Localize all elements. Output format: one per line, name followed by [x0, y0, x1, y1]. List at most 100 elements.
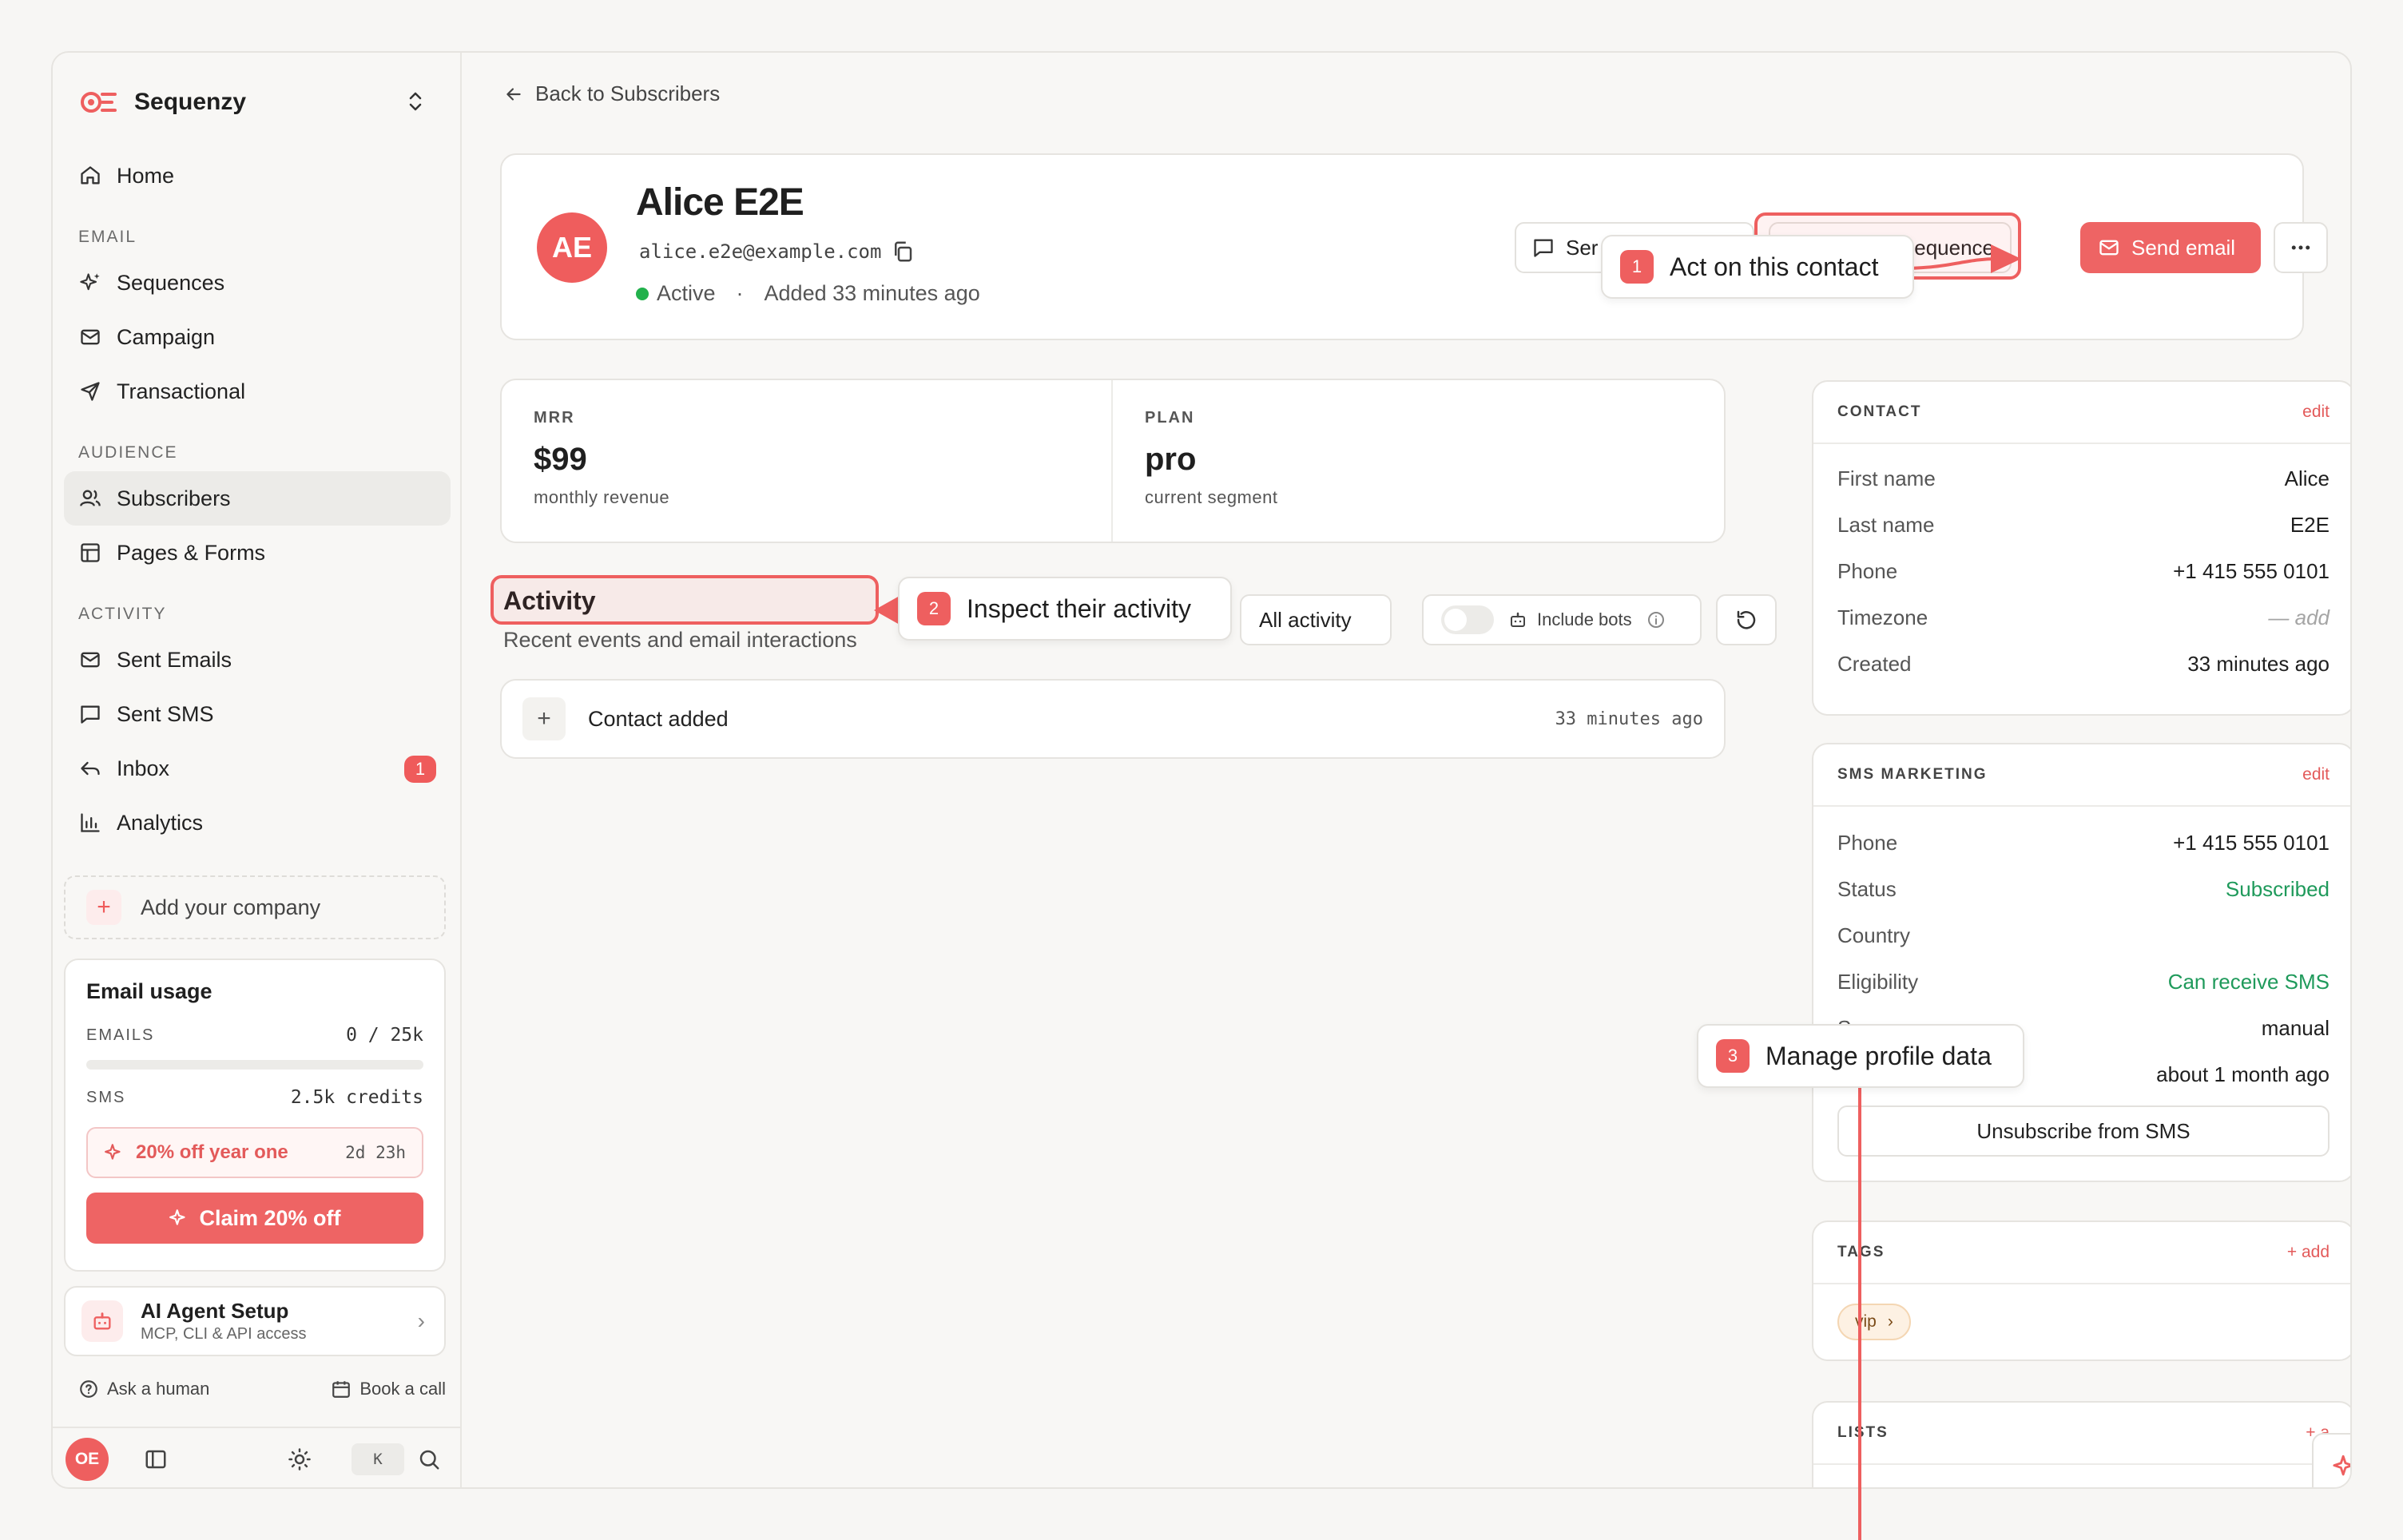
filter-label: All activity: [1259, 607, 1352, 632]
contact-panel: CONTACT edit First name Alice Last name E2…: [1812, 380, 2350, 716]
user-avatar[interactable]: OE: [66, 1438, 109, 1481]
arrow-left-icon: [503, 84, 524, 105]
sidebar-toggle-icon[interactable]: [144, 1447, 168, 1471]
contact-added: Added 33 minutes ago: [764, 281, 980, 305]
send-email-button[interactable]: Send email: [2080, 222, 2261, 273]
callout-text: Inspect their activity: [967, 593, 1191, 623]
metric-sub: current segment: [1145, 487, 1278, 507]
message-square-icon: [78, 702, 102, 726]
add-tag-link[interactable]: + add: [2287, 1243, 2330, 1262]
contact-status: Active: [657, 281, 716, 305]
calendar-icon: [331, 1379, 352, 1399]
sidebar-item-label: Sent SMS: [117, 701, 214, 726]
mail-check-icon: [78, 648, 102, 672]
agent-subtitle: MCP, CLI & API access: [141, 1325, 307, 1343]
mail-icon: [78, 325, 102, 349]
callout-text: Manage profile data: [1766, 1041, 1992, 1070]
sidebar-item-campaign[interactable]: Campaign: [64, 310, 451, 364]
include-bots-toggle[interactable]: Include bots: [1422, 594, 1702, 645]
home-icon: [78, 164, 102, 188]
field-label: Phone: [1837, 558, 1898, 583]
tour-callout-1: 1 Act on this contact: [1601, 235, 1914, 299]
activity-subtitle: Recent events and email interactions: [503, 628, 857, 652]
back-to-subscribers-link[interactable]: Back to Subscribers: [503, 81, 720, 106]
sidebar-item-inbox[interactable]: Inbox 1: [64, 741, 451, 796]
ai-agent-setup-card[interactable]: AI Agent Setup MCP, CLI & API access ›: [64, 1286, 446, 1356]
ai-assistant-button[interactable]: [2312, 1433, 2350, 1487]
promo-banner: 20% off year one 2d 23h: [86, 1127, 423, 1178]
field-label: Country: [1837, 923, 1911, 947]
metric-sub: monthly revenue: [534, 487, 670, 507]
users-icon: [78, 486, 102, 510]
command-k-shortcut[interactable]: K: [352, 1443, 404, 1475]
lists-panel: LISTS + a: [1812, 1401, 2350, 1487]
event-label: Contact added: [588, 706, 729, 731]
bar-chart-icon: [78, 811, 102, 835]
search-icon[interactable]: [417, 1447, 441, 1471]
edit-sms-link[interactable]: edit: [2302, 765, 2330, 784]
include-bots-label: Include bots: [1537, 609, 1632, 629]
copy-icon[interactable]: [891, 240, 915, 264]
refresh-icon: [1734, 608, 1758, 632]
panel-title: SMS MARKETING: [1837, 766, 1988, 783]
metric-value: $99: [534, 442, 587, 477]
book-call-label: Book a call: [359, 1379, 446, 1399]
add-company-button[interactable]: + Add your company: [64, 875, 446, 939]
contact-email: alice.e2e@example.com: [639, 240, 882, 263]
sidebar-item-home[interactable]: Home: [64, 149, 451, 203]
sidebar-item-sent-emails[interactable]: Sent Emails: [64, 633, 451, 687]
sidebar-item-label: Sent Emails: [117, 647, 232, 672]
sun-icon[interactable]: [288, 1447, 312, 1471]
help-circle-icon: [78, 1379, 99, 1399]
brand-name: Sequenzy: [134, 89, 247, 115]
inbox-count-badge: 1: [404, 756, 436, 783]
book-call-link[interactable]: Book a call: [331, 1379, 446, 1399]
sidebar-item-analytics[interactable]: Analytics: [64, 796, 451, 850]
add-timezone-link[interactable]: — add: [2268, 605, 2330, 630]
tag-chip[interactable]: vip ›: [1837, 1304, 1911, 1340]
sidebar-item-label: Pages & Forms: [117, 540, 266, 565]
bot-icon: [1508, 610, 1527, 629]
sidebar-item-transactional[interactable]: Transactional: [64, 364, 451, 419]
chevron-up-down-icon: [407, 89, 423, 113]
claim-label: Claim 20% off: [199, 1205, 341, 1230]
metric-plan: PLAN pro current segment: [1113, 380, 1724, 542]
event-time: 33 minutes ago: [1555, 708, 1703, 729]
more-actions-button[interactable]: [2274, 222, 2328, 273]
contact-avatar: AE: [537, 212, 607, 283]
nav-section-activity: ACTIVITY: [78, 605, 167, 623]
callout-number: 2: [917, 592, 951, 625]
field-value: +1 415 555 0101: [2173, 830, 2330, 855]
metric-label: MRR: [534, 409, 575, 427]
refresh-button[interactable]: [1716, 594, 1777, 645]
metric-mrr: MRR $99 monthly revenue: [502, 380, 1113, 542]
workspace-switcher[interactable]: Sequenzy: [80, 80, 439, 125]
unsubscribe-sms-button[interactable]: Unsubscribe from SMS: [1837, 1105, 2330, 1157]
chevron-right-icon: ›: [417, 1308, 425, 1333]
promo-text: 20% off year one: [136, 1141, 288, 1163]
sms-label: SMS: [86, 1088, 126, 1106]
sparkles-icon: [169, 1208, 189, 1228]
claim-discount-button[interactable]: Claim 20% off: [86, 1193, 423, 1244]
send-sms-label: Ser: [1566, 235, 1599, 260]
edit-contact-link[interactable]: edit: [2302, 403, 2330, 422]
layout-icon: [78, 541, 102, 565]
status-separator: ·: [736, 281, 744, 305]
sidebar-item-subscribers[interactable]: Subscribers: [64, 471, 451, 526]
contact-header-card: AE Alice E2E alice.e2e@example.com Activ…: [500, 153, 2328, 340]
email-usage-card: Email usage EMAILS 0 / 25k SMS 2.5k cred…: [64, 959, 446, 1272]
promo-timer: 2d 23h: [345, 1143, 406, 1162]
sparkles-icon: [78, 271, 102, 295]
field-value: +1 415 555 0101: [2173, 558, 2330, 583]
field-label: Timezone: [1837, 605, 1928, 629]
field-label: Last name: [1837, 512, 1935, 537]
sidebar-item-sent-sms[interactable]: Sent SMS: [64, 687, 451, 741]
tour-arrow-2: [874, 596, 900, 625]
toggle-switch[interactable]: [1441, 605, 1494, 634]
activity-filter-select[interactable]: All activity: [1240, 594, 1392, 645]
ask-human-link[interactable]: Ask a human: [78, 1379, 209, 1399]
add-company-label: Add your company: [141, 895, 321, 919]
sidebar-item-pages-forms[interactable]: Pages & Forms: [64, 526, 451, 580]
sidebar-item-sequences[interactable]: Sequences: [64, 256, 451, 310]
sidebar-item-label: Analytics: [117, 810, 204, 835]
